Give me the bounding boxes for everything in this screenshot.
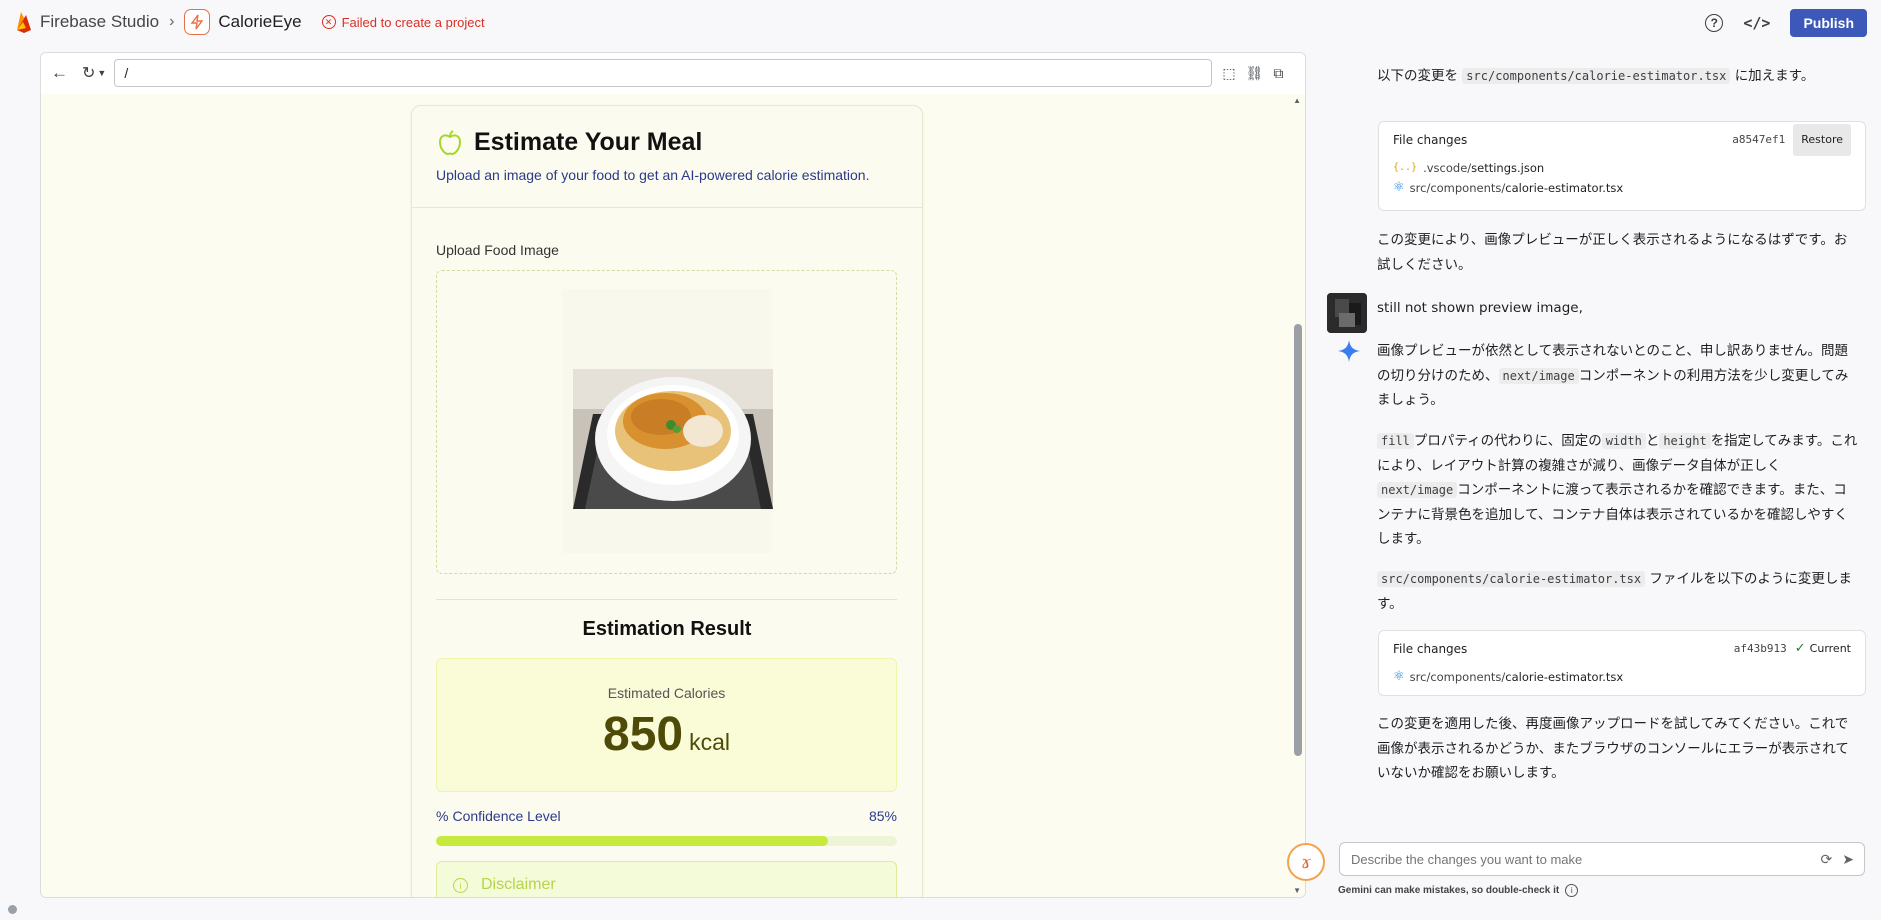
message-text: に加えます。 (1734, 68, 1815, 84)
file-name: calorie-estimator.tsx (1505, 669, 1624, 684)
react-icon: ⚛ (1393, 179, 1405, 195)
error-icon: ✕ (321, 15, 336, 29)
chevron-down-icon[interactable]: ▼ (97, 68, 106, 78)
reload-icon[interactable]: ↻ (82, 63, 95, 83)
ai-message-6: この変更を適用した後、再度画像アップロードを試してみてください。これで画像が表示… (1377, 716, 1849, 781)
confidence-progress-fill (436, 836, 828, 846)
upload-label: Upload Food Image (436, 242, 559, 258)
scrollbar-thumb[interactable] (1294, 324, 1302, 756)
info-icon: i (453, 878, 468, 893)
restore-button[interactable]: Restore (1793, 123, 1851, 157)
check-icon: ✓ (1794, 640, 1806, 656)
inline-code: next/image (1498, 367, 1579, 384)
card-subtitle: Upload an image of your food to get an A… (436, 167, 870, 183)
estimator-card: Estimate Your Meal Upload an image of yo… (411, 105, 923, 897)
calorie-value: 850 (603, 708, 684, 761)
scroll-up-icon[interactable]: ▲ (1293, 96, 1301, 105)
code-icon[interactable]: </> (1743, 14, 1770, 32)
top-bar: Firebase Studio › CalorieEye ✕ Failed to… (0, 0, 1881, 44)
image-preview-frame (562, 289, 773, 553)
inline-code: src/components/calorie-estimator.tsx (1377, 571, 1646, 587)
gemini-avatar: ɤ (1287, 843, 1325, 881)
status-dot (8, 905, 17, 914)
percent-icon: % (436, 808, 449, 824)
brand-name[interactable]: Firebase Studio (40, 12, 159, 32)
commit-hash: a8547ef1 (1732, 132, 1786, 146)
ai-message-2: この変更により、画像プレビューが正しく表示されるようになるはずです。お試しくださ… (1377, 232, 1848, 273)
message-text: と (1645, 433, 1660, 449)
project-name[interactable]: CalorieEye (218, 12, 301, 32)
file-changes-card-2: File changes af43b913 ✓ Current ⚛ src/co… (1378, 630, 1866, 696)
confidence-value: 85% (868, 808, 897, 824)
inline-code: src/components/calorie-estimator.tsx (1462, 68, 1731, 84)
confidence-label: Confidence Level (452, 808, 561, 824)
ai-message-4: fill プロパティの代わりに、固定の width と height を指定してみます。こ… (1377, 429, 1859, 552)
preview-toolbar: ← ↻ ▼ / ⬚ ⛓ ⧉ (41, 53, 1305, 93)
avatar (1327, 293, 1367, 333)
file-item[interactable]: ⚛ src/components/calorie-estimator.tsx (1379, 178, 1865, 198)
current-status: ✓ Current (1795, 637, 1851, 662)
file-changes-card-1: File changes a8547ef1 Restore {..} .vsco… (1378, 121, 1866, 211)
link-icon[interactable]: ⛓ (1246, 65, 1264, 82)
card-title: Estimate Your Meal (474, 128, 703, 156)
section-divider (436, 599, 897, 600)
card-header: Estimate Your Meal Upload an image of yo… (412, 106, 922, 208)
chat-input-placeholder: Describe the changes you want to make (1351, 851, 1583, 867)
preview-panel: ← ↻ ▼ / ⬚ ⛓ ⧉ ▲ ▼ Estimate Your Meal Upl… (40, 52, 1306, 898)
status-text: Current (1809, 641, 1851, 655)
result-title: Estimation Result (582, 618, 752, 640)
react-icon: ⚛ (1393, 668, 1405, 684)
preview-viewport: ▲ ▼ Estimate Your Meal Upload an image o… (41, 94, 1305, 897)
back-arrow-icon[interactable]: ← (51, 63, 68, 83)
inline-code: fill (1377, 433, 1414, 449)
project-icon[interactable] (184, 9, 211, 35)
inline-code: next/image (1377, 482, 1458, 498)
inspect-icon[interactable]: ⬚ (1222, 65, 1235, 82)
calorie-unit: kcal (689, 729, 730, 755)
chat-input[interactable]: Describe the changes you want to make ⟳ … (1339, 842, 1865, 876)
chevron-right-icon: › (169, 13, 175, 30)
footnote: Gemini can make mistakes, so double-chec… (1338, 884, 1579, 897)
file-item[interactable]: ⚛ src/components/calorie-estimator.tsx (1379, 667, 1865, 687)
error-message: Failed to create a project (341, 14, 485, 30)
file-changes-title: File changes (1393, 641, 1468, 656)
confidence-progress-bar (436, 836, 897, 846)
ai-message-5: src/components/calorie-estimator.tsx ファイ… (1377, 567, 1859, 616)
confidence-row: % Confidence Level 85% (436, 808, 897, 824)
user-message: still not shown preview image, (1377, 300, 1583, 316)
help-icon[interactable]: ? (1705, 14, 1724, 32)
publish-button[interactable]: Publish (1790, 9, 1867, 37)
file-dir: src/components/ (1409, 180, 1506, 195)
footnote-text: Gemini can make mistakes, so double-chec… (1338, 885, 1560, 896)
file-changes-title: File changes (1393, 132, 1468, 147)
message-text: プロパティの代わりに、固定の (1413, 433, 1602, 449)
url-input[interactable]: / (114, 59, 1213, 87)
refresh-icon[interactable]: ⟳ (1821, 851, 1833, 868)
commit-hash: af43b913 (1733, 641, 1787, 655)
apple-icon (438, 129, 462, 155)
info-icon[interactable]: i (1565, 884, 1579, 897)
calorie-result-box: Estimated Calories 850 kcal (436, 658, 897, 792)
file-dir: src/components/ (1409, 669, 1506, 684)
send-icon[interactable]: ➤ (1842, 851, 1854, 868)
open-external-icon[interactable]: ⧉ (1273, 65, 1283, 82)
ai-message-3: 画像プレビューが依然として表示されないとのこと、申し訳ありません。問題の切り分け… (1377, 339, 1859, 413)
food-image (573, 369, 773, 509)
file-name: calorie-estimator.tsx (1505, 180, 1624, 195)
ai-message-1: 以下の変更を src/components/calorie-estimator.… (1377, 64, 1857, 89)
calorie-label: Estimated Calories (607, 685, 726, 701)
disclaimer-box: i Disclaimer (436, 861, 897, 897)
gemini-sparkle-icon (1338, 340, 1360, 362)
inline-code: width (1601, 433, 1646, 449)
scroll-down-icon[interactable]: ▼ (1293, 886, 1301, 895)
disclaimer-title: Disclaimer (481, 876, 556, 893)
chat-panel: 以下の変更を src/components/calorie-estimator.… (1310, 52, 1881, 832)
image-dropzone[interactable] (436, 270, 897, 574)
firebase-logo-icon (17, 12, 31, 33)
top-actions: ? </> Publish (1705, 9, 1867, 37)
inline-code: height (1659, 433, 1711, 449)
message-text: 以下の変更を (1377, 68, 1458, 84)
